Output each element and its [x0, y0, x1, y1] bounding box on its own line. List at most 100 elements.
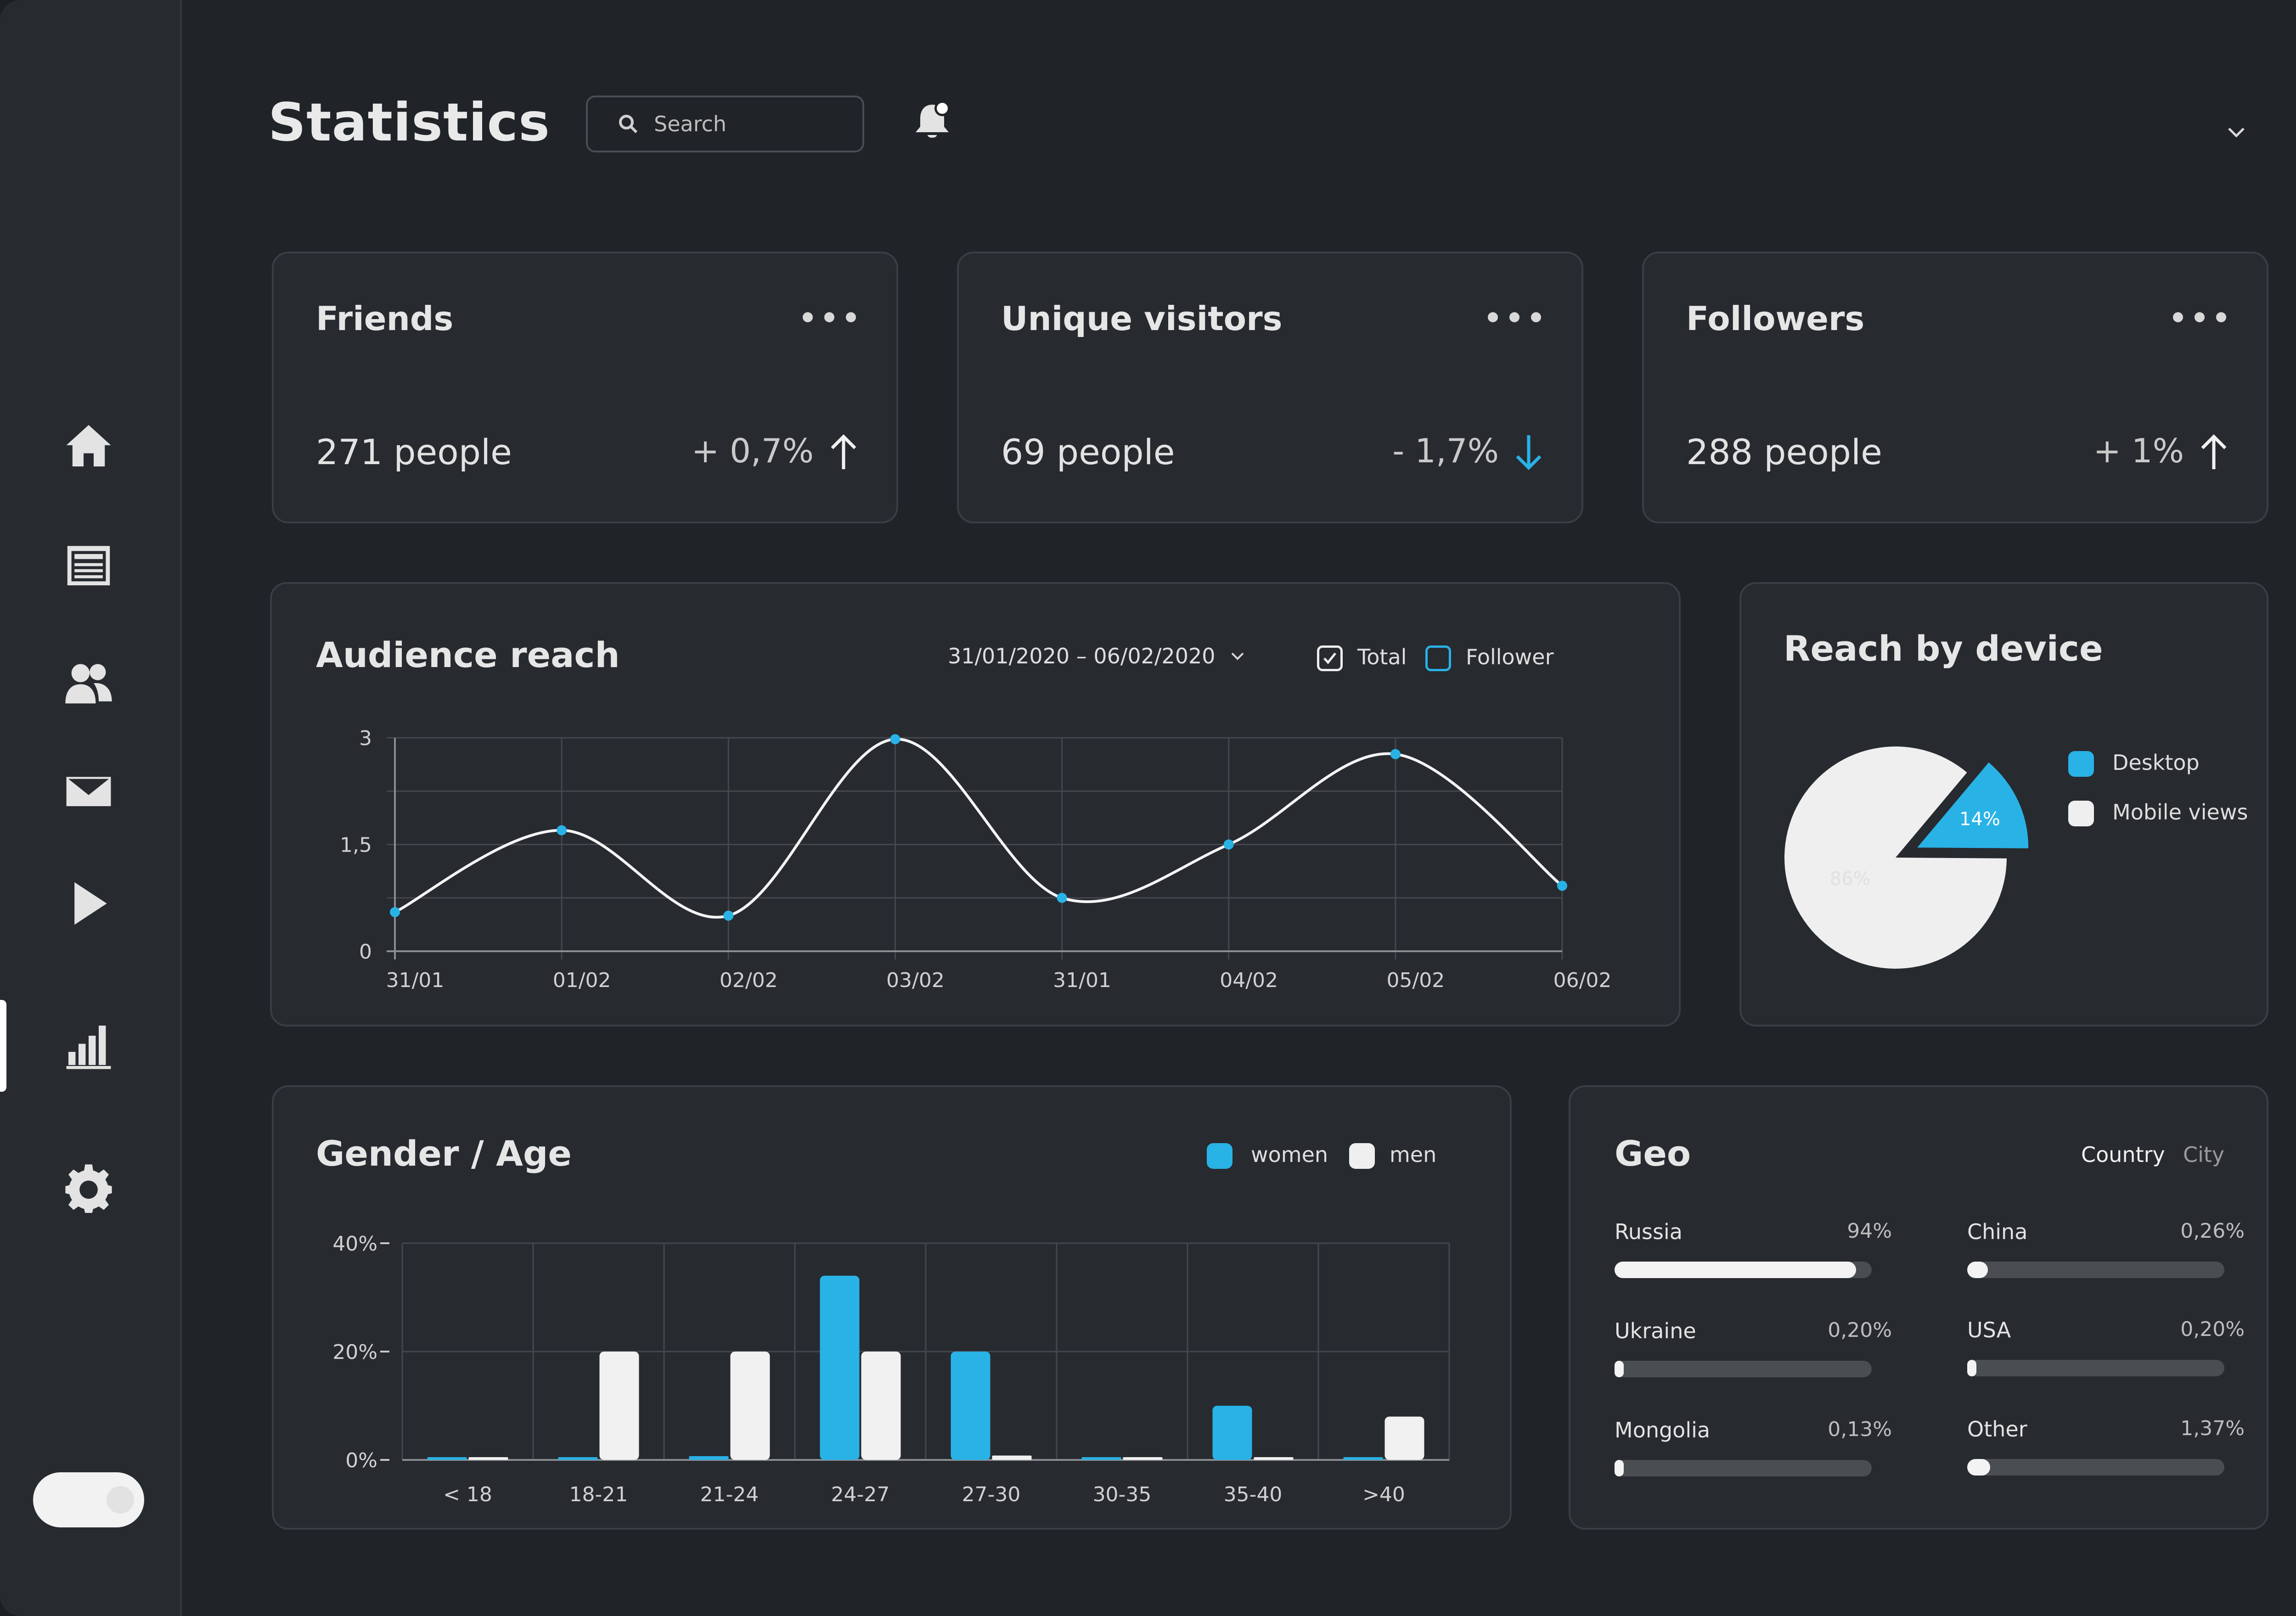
sidebar-item-home[interactable]	[54, 412, 123, 481]
stat-card-unique-visitors: Unique visitors 69 people - 1,7%	[957, 252, 1583, 523]
arrow-up-icon	[831, 434, 856, 469]
y-tick-label: 3	[359, 727, 372, 750]
notification-bell-icon[interactable]	[909, 98, 955, 144]
bar-women	[1343, 1457, 1383, 1460]
sidebar	[0, 0, 182, 1616]
bar-men	[730, 1352, 770, 1460]
news-icon	[67, 546, 110, 585]
geo-country-pct: 0,26%	[2180, 1219, 2245, 1243]
x-tick-label: 01/02	[553, 969, 611, 992]
users-icon	[65, 664, 112, 704]
bar-women	[951, 1352, 990, 1460]
geo-progress-fill	[1615, 1262, 1857, 1278]
y-tick-label: 0	[359, 940, 372, 964]
legend-mobile-label: Mobile views	[2112, 800, 2248, 825]
audience-reach-card: Audience reach 31/01/2020 – 06/02/2020 T…	[270, 582, 1681, 1027]
stat-card-followers: Followers 288 people + 1%	[1642, 252, 2268, 523]
geo-card: Geo Country City Russia 94% Ukraine 0,20…	[1569, 1085, 2268, 1530]
theme-toggle[interactable]	[33, 1472, 144, 1527]
bar-men	[1123, 1457, 1163, 1460]
gear-icon	[65, 1164, 112, 1213]
page-title: Statistics	[268, 92, 550, 153]
x-tick-label: 27-30	[962, 1483, 1021, 1506]
geo-progress-fill	[1967, 1459, 1991, 1476]
more-options-icon[interactable]	[803, 312, 856, 323]
geo-country-name: China	[1967, 1219, 2028, 1244]
tab-country[interactable]: Country	[2081, 1142, 2165, 1167]
sidebar-item-video[interactable]	[54, 869, 123, 938]
geo-progress-bar	[1967, 1459, 2224, 1476]
data-point	[1223, 839, 1234, 850]
sidebar-item-settings[interactable]	[54, 1153, 123, 1222]
reach-by-device-card: Reach by device 14% 86% Desktop Mobile vi…	[1739, 582, 2268, 1027]
sidebar-item-statistics[interactable]	[54, 1011, 123, 1080]
geo-progress-bar	[1615, 1262, 1872, 1278]
bar-men	[1254, 1457, 1294, 1460]
toggle-knob	[107, 1486, 134, 1514]
stat-title: Unique visitors	[1001, 299, 1283, 338]
data-point	[1057, 892, 1067, 903]
bar-women	[558, 1457, 598, 1460]
sidebar-item-users[interactable]	[54, 648, 123, 717]
data-point	[1557, 881, 1567, 891]
gender-age-bar-chart: 0% 20% 40% < 18 18-21 21-24 24-27 27-30 30-35 35-…	[332, 1232, 1450, 1506]
y-tick-label: 0%	[345, 1449, 377, 1472]
more-options-icon[interactable]	[1488, 312, 1541, 323]
geo-country-name: Mongolia	[1615, 1418, 1711, 1442]
y-tick-label: 1,5	[340, 834, 372, 857]
sidebar-item-mail[interactable]	[54, 757, 123, 825]
x-tick-label: 21-24	[700, 1483, 759, 1506]
geo-progress-bar	[1615, 1460, 1872, 1476]
geo-progress-bar	[1615, 1361, 1872, 1377]
stat-value: 69 people	[1001, 432, 1175, 472]
geo-progress-fill	[1967, 1262, 1988, 1278]
arrow-up-icon	[2201, 434, 2227, 469]
search-input[interactable]	[653, 111, 848, 137]
search-field[interactable]	[586, 95, 864, 152]
mail-icon	[66, 777, 111, 806]
section-title: Geo	[1615, 1133, 1691, 1174]
geo-country-name: USA	[1967, 1318, 2011, 1342]
x-tick-label: < 18	[443, 1483, 492, 1506]
geo-progress-bar	[1967, 1360, 2224, 1376]
x-tick-label: 02/02	[720, 969, 778, 992]
bar-women	[1212, 1406, 1252, 1460]
geo-country-pct: 0,20%	[1828, 1319, 1892, 1342]
data-point	[890, 734, 900, 745]
x-tick-label: 31/01	[386, 969, 445, 992]
geo-progress-fill	[1615, 1361, 1624, 1377]
chevron-down-icon[interactable]	[2223, 118, 2250, 146]
tab-city[interactable]: City	[2183, 1142, 2224, 1167]
legend-swatch-mobile	[2068, 801, 2094, 826]
stat-change: - 1,7%	[1392, 432, 1499, 470]
bar-men	[992, 1455, 1032, 1460]
dashboard-app: Statistics Friends 271 people + 0,7% Uni…	[0, 0, 2296, 1616]
sidebar-item-news[interactable]	[54, 531, 123, 600]
arrow-down-icon	[1516, 435, 1542, 470]
geo-progress-fill	[1615, 1460, 1624, 1476]
bar-men	[1384, 1416, 1424, 1460]
pie-slice-label: 86%	[1830, 869, 1871, 890]
x-tick-label: 30-35	[1093, 1483, 1152, 1506]
geo-progress-bar	[1967, 1262, 2224, 1278]
more-options-icon[interactable]	[2173, 312, 2226, 323]
x-tick-label: 05/02	[1386, 969, 1445, 992]
stat-card-friends: Friends 271 people + 0,7%	[272, 252, 898, 523]
pie-slice-mobile-views	[1784, 746, 2007, 969]
x-tick-label: 35-40	[1224, 1483, 1283, 1506]
home-icon	[66, 425, 111, 466]
bar-women	[427, 1457, 467, 1460]
geo-country-name: Other	[1967, 1417, 2027, 1442]
x-tick-label: 03/02	[886, 969, 945, 992]
data-point	[557, 825, 567, 836]
geo-country-pct: 0,13%	[1828, 1418, 1892, 1441]
x-tick-label: 31/01	[1053, 969, 1111, 992]
geo-country-pct: 0,20%	[2180, 1318, 2245, 1341]
bar-women	[689, 1456, 729, 1460]
x-tick-label: >40	[1362, 1483, 1405, 1506]
x-tick-label: 18-21	[569, 1483, 628, 1506]
bar-men	[861, 1352, 901, 1460]
data-point	[1390, 749, 1401, 759]
gender-age-card: Gender / Age women men 0% 20% 40% < 18 18-21…	[272, 1085, 1512, 1530]
stat-value: 288 people	[1686, 432, 1882, 472]
